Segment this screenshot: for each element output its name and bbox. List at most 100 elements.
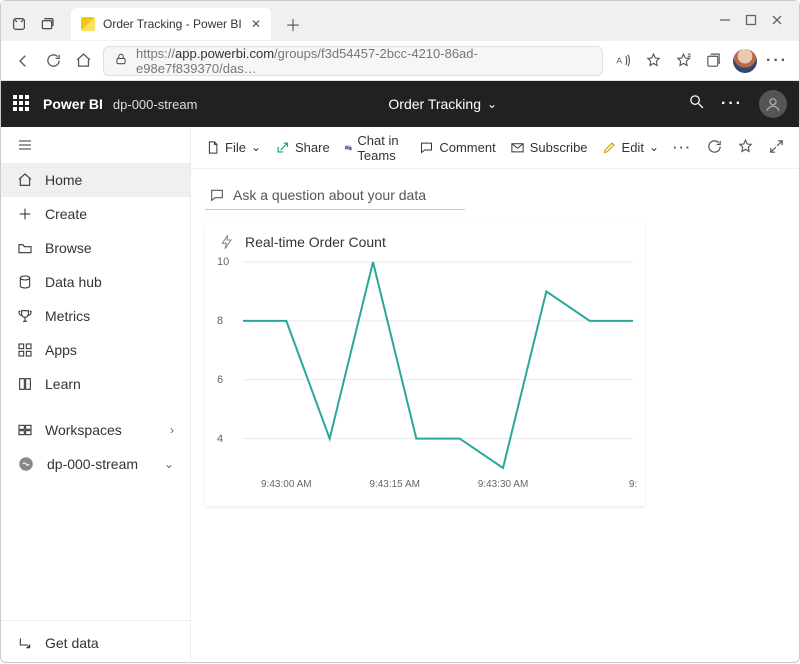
- sidebar-item-workspaces[interactable]: Workspaces ›: [1, 413, 190, 447]
- dashboard-tile[interactable]: Real-time Order Count 468109:43:00 AM9:4…: [205, 224, 645, 506]
- chat-icon: [209, 187, 225, 203]
- plus-icon: [17, 206, 33, 222]
- window-maximize-icon[interactable]: [745, 13, 757, 31]
- search-icon[interactable]: [688, 93, 705, 115]
- url-protocol: https://: [136, 46, 175, 61]
- browser-profile-avatar[interactable]: [733, 49, 757, 73]
- sidebar-item-metrics[interactable]: Metrics: [1, 299, 190, 333]
- y-tick-label: 10: [217, 256, 229, 268]
- svg-text:T: T: [346, 146, 348, 150]
- chevron-down-icon: [487, 96, 497, 112]
- read-aloud-icon[interactable]: A: [613, 51, 633, 71]
- pbi-header: Power BI dp-000-stream Order Tracking ··…: [1, 81, 799, 127]
- url-domain: app.powerbi.com: [175, 46, 274, 61]
- toolbar-subscribe-button[interactable]: Subscribe: [510, 140, 588, 155]
- sidebar-toggle-icon[interactable]: [1, 127, 190, 163]
- sidebar-get-data-button[interactable]: Get data: [1, 620, 190, 664]
- toolbar-share-button[interactable]: Share: [275, 140, 330, 155]
- sidebar-item-workspace-stream[interactable]: dp-000-stream ⌄: [1, 447, 190, 481]
- user-avatar[interactable]: [759, 90, 787, 118]
- favorite-icon[interactable]: [737, 138, 754, 158]
- favorite-star-icon[interactable]: [643, 51, 663, 71]
- toolbar-comment-button[interactable]: Comment: [419, 140, 495, 155]
- chevron-down-icon: [649, 140, 659, 155]
- teams-icon: T: [344, 140, 353, 155]
- lightning-icon: [219, 234, 235, 250]
- sidebar-item-label: Data hub: [45, 274, 102, 290]
- sidebar-item-home[interactable]: Home: [1, 163, 190, 197]
- share-icon: [275, 140, 290, 155]
- y-tick-label: 8: [217, 315, 223, 327]
- favorites-bar-icon[interactable]: [673, 51, 693, 71]
- file-icon: [205, 140, 220, 155]
- window-minimize-icon[interactable]: [719, 13, 731, 31]
- sidebar-item-learn[interactable]: Learn: [1, 367, 190, 401]
- workspaces-icon: [17, 422, 33, 438]
- sidebar-item-label: Metrics: [45, 308, 90, 324]
- toolbar-label: Share: [295, 140, 330, 155]
- arrow-down-right-icon: [17, 635, 33, 651]
- toolbar-label: Chat in Teams: [357, 133, 405, 163]
- nav-back-icon[interactable]: [13, 51, 33, 71]
- apps-icon: [17, 342, 33, 358]
- nav-refresh-icon[interactable]: [43, 51, 63, 71]
- tile-title: Real-time Order Count: [245, 234, 386, 250]
- browser-titlebar: Order Tracking - Power BI ✕ ＋: [1, 1, 799, 41]
- tab-close-icon[interactable]: ✕: [251, 17, 261, 31]
- lock-icon: [114, 52, 128, 69]
- sidebar-item-label: Create: [45, 206, 87, 222]
- sidebar-item-label: Learn: [45, 376, 81, 392]
- app-launcher-icon[interactable]: [13, 95, 31, 113]
- sidebar: Home Create Browse Data hub Metrics Apps…: [1, 127, 191, 664]
- toolbar-edit-button[interactable]: Edit: [602, 140, 659, 155]
- chevron-down-icon: ⌄: [164, 457, 174, 471]
- sidebar-item-label: Apps: [45, 342, 77, 358]
- pencil-icon: [602, 140, 617, 155]
- address-input[interactable]: https://app.powerbi.com/groups/f3d54457-…: [103, 46, 603, 76]
- nav-home-icon[interactable]: [73, 51, 93, 71]
- toolbar-label: Edit: [622, 140, 644, 155]
- x-tick-label: 9:43:30 AM: [478, 479, 529, 490]
- tabs-overview-icon[interactable]: [37, 14, 57, 34]
- sidebar-item-label: dp-000-stream: [47, 456, 138, 472]
- toolbar-label: Subscribe: [530, 140, 588, 155]
- new-tab-button[interactable]: ＋: [279, 12, 307, 36]
- profile-outline-icon[interactable]: [9, 14, 29, 34]
- trophy-icon: [17, 308, 33, 324]
- x-tick-label: 9:: [629, 479, 637, 490]
- sidebar-item-browse[interactable]: Browse: [1, 231, 190, 265]
- y-tick-label: 4: [217, 433, 223, 445]
- workspace-label: dp-000-stream: [113, 97, 198, 112]
- collections-icon[interactable]: [703, 51, 723, 71]
- tab-title: Order Tracking - Power BI: [103, 17, 242, 31]
- sidebar-item-label: Workspaces: [45, 422, 122, 438]
- fullscreen-icon[interactable]: [768, 138, 785, 158]
- book-icon: [17, 376, 33, 392]
- sidebar-item-label: Browse: [45, 240, 92, 256]
- toolbar-more-icon[interactable]: ···: [673, 140, 692, 155]
- qna-input[interactable]: Ask a question about your data: [205, 181, 465, 210]
- qna-placeholder: Ask a question about your data: [233, 187, 426, 203]
- dashboard-toolbar: File Share T Chat in Teams Comment Subsc…: [191, 127, 799, 169]
- sidebar-item-apps[interactable]: Apps: [1, 333, 190, 367]
- header-more-icon[interactable]: ···: [721, 95, 743, 113]
- x-tick-label: 9:43:15 AM: [369, 479, 420, 490]
- browser-menu-icon[interactable]: ···: [767, 51, 787, 71]
- dashboard-title-dropdown[interactable]: Order Tracking: [197, 96, 688, 112]
- chevron-down-icon: [251, 140, 261, 155]
- browser-tab[interactable]: Order Tracking - Power BI ✕: [71, 8, 271, 40]
- toolbar-file-button[interactable]: File: [205, 140, 261, 155]
- refresh-icon[interactable]: [706, 138, 723, 158]
- sidebar-item-datahub[interactable]: Data hub: [1, 265, 190, 299]
- dashboard-title: Order Tracking: [388, 96, 481, 112]
- svg-text:A: A: [616, 55, 622, 65]
- line-chart: 468109:43:00 AM9:43:15 AM9:43:30 AM9:: [215, 256, 623, 488]
- window-close-icon[interactable]: [771, 13, 783, 31]
- sidebar-item-create[interactable]: Create: [1, 197, 190, 231]
- powerbi-favicon-icon: [81, 17, 95, 31]
- chevron-right-icon: ›: [170, 423, 174, 437]
- database-icon: [17, 274, 33, 290]
- toolbar-teams-button[interactable]: T Chat in Teams: [344, 133, 406, 163]
- home-icon: [17, 172, 33, 188]
- brand-label: Power BI: [43, 96, 103, 112]
